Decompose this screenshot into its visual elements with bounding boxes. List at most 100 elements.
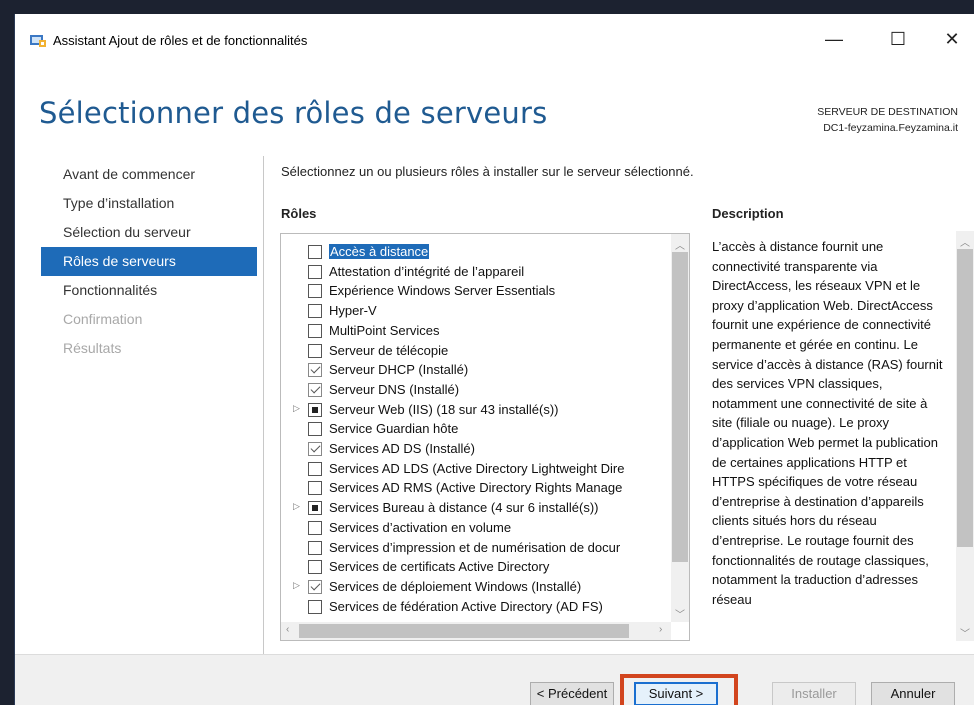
role-checkbox[interactable] [308, 599, 322, 614]
scrollbar-thumb[interactable] [672, 252, 688, 562]
description-panel: L’accès à distance fournit une connectiv… [712, 231, 974, 641]
role-label: Services AD DS (Installé) [329, 441, 475, 456]
role-item[interactable]: Services AD RMS (Active Directory Rights… [281, 478, 669, 498]
role-checkbox[interactable] [308, 245, 322, 259]
role-item[interactable]: Services de fédération Active Directory … [281, 597, 669, 617]
scroll-down-icon[interactable]: ﹀ [675, 606, 685, 621]
install-button: Installer [772, 682, 856, 705]
role-label: Services AD RMS (Active Directory Rights… [329, 480, 623, 496]
nav-item-avant-de-commencer[interactable]: Avant de commencer [41, 160, 257, 189]
role-item[interactable]: Hyper-V [281, 301, 669, 321]
role-checkbox[interactable] [308, 520, 322, 535]
description-header: Description [712, 206, 784, 221]
role-item[interactable]: Services AD LDS (Active Directory Lightw… [281, 459, 669, 479]
role-item[interactable]: Serveur DNS (Installé) [281, 380, 669, 400]
role-checkbox[interactable] [308, 461, 322, 476]
role-label: Serveur DNS (Installé) [329, 381, 460, 397]
nav-item-selection-serveur[interactable]: Sélection du serveur [41, 218, 257, 247]
role-label: MultiPoint Services [329, 322, 440, 338]
description-text: L’accès à distance fournit une connectiv… [712, 239, 943, 607]
roles-header: Rôles [281, 206, 317, 221]
nav-item-fonctionnalites[interactable]: Fonctionnalités [41, 276, 257, 305]
close-button[interactable]: ✕ [929, 24, 974, 54]
nav-item-roles-serveurs[interactable]: Rôles de serveurs [41, 247, 257, 276]
role-checkbox[interactable] [308, 323, 322, 338]
role-label: Services d’activation en volume [329, 519, 512, 535]
role-label: Services AD LDS (Active Directory Lightw… [329, 460, 625, 476]
window-title: Assistant Ajout de rôles et de fonctionn… [53, 33, 308, 48]
server-manager-icon [30, 35, 46, 47]
nav-divider [263, 156, 264, 654]
role-label: Services de fédération Active Directory … [329, 598, 603, 614]
maximize-button[interactable]: ☐ [875, 24, 921, 54]
role-item[interactable]: ▷ Services de déploiement Windows (Instal… [281, 577, 669, 597]
scroll-up-icon[interactable]: ︿ [960, 234, 970, 249]
role-checkbox[interactable] [308, 284, 322, 299]
scroll-right-icon[interactable]: › [659, 624, 662, 635]
title-bar[interactable]: Assistant Ajout de rôles et de fonctionn… [15, 14, 974, 58]
role-checkbox[interactable] [308, 501, 322, 516]
minimize-button[interactable]: — [811, 24, 857, 54]
role-checkbox[interactable] [308, 343, 322, 358]
role-item[interactable]: Services d’impression et de numérisation… [281, 538, 669, 558]
next-button[interactable]: Suivant > [634, 682, 718, 705]
role-item[interactable]: Services de certificats Active Directory [281, 557, 669, 577]
expand-arrow-icon[interactable]: ▷ [293, 403, 300, 414]
role-item[interactable]: Serveur DHCP (Installé) [281, 360, 669, 380]
role-checkbox[interactable] [308, 579, 322, 594]
instruction-text: Sélectionnez un ou plusieurs rôles à ins… [281, 164, 694, 179]
page-title: Sélectionner des rôles de serveurs [39, 96, 548, 130]
role-item[interactable]: Service Guardian hôte [281, 419, 669, 439]
roles-horizontal-scrollbar[interactable]: ‹ › [281, 622, 671, 640]
role-label: Service Guardian hôte [329, 421, 459, 437]
scrollbar-thumb[interactable] [957, 249, 973, 547]
role-label: Attestation d’intégrité de l’appareil [329, 263, 525, 279]
role-item[interactable]: Serveur de télécopie [281, 341, 669, 361]
expand-arrow-icon[interactable]: ▷ [293, 580, 300, 591]
role-item[interactable]: ▷ Services Bureau à distance (4 sur 6 ins… [281, 498, 669, 518]
destination-server-name: DC1-feyzamina.Feyzamina.it [823, 122, 958, 134]
role-checkbox[interactable] [308, 402, 322, 417]
role-item[interactable]: Services AD DS (Installé) [281, 439, 669, 459]
cancel-button[interactable]: Annuler [871, 682, 955, 705]
role-checkbox[interactable] [308, 363, 322, 378]
scroll-down-icon[interactable]: ﹀ [960, 625, 970, 640]
scrollbar-thumb[interactable] [299, 624, 629, 638]
role-checkbox[interactable] [308, 304, 322, 319]
role-checkbox[interactable] [308, 422, 322, 437]
role-item[interactable]: Accès à distance [281, 242, 669, 262]
role-checkbox[interactable] [308, 264, 322, 279]
role-checkbox[interactable] [308, 540, 322, 555]
roles-vertical-scrollbar[interactable]: ︿ ﹀ [671, 234, 689, 622]
nav-item-confirmation: Confirmation [63, 311, 143, 327]
role-label: Expérience Windows Server Essentials [329, 283, 556, 299]
previous-button[interactable]: < Précédent [530, 682, 614, 705]
role-checkbox[interactable] [308, 560, 322, 575]
description-scrollbar[interactable]: ︿ ﹀ [956, 231, 974, 641]
role-item[interactable]: ▷ Serveur Web (IIS) (18 sur 43 installé(s… [281, 400, 669, 420]
role-label: Hyper-V [329, 303, 377, 319]
role-label: Services Bureau à distance (4 sur 6 inst… [329, 500, 599, 516]
role-checkbox[interactable] [308, 481, 322, 496]
wizard-window: Assistant Ajout de rôles et de fonctionn… [14, 14, 974, 705]
role-label: Serveur DHCP (Installé) [329, 362, 469, 378]
role-label: Services de déploiement Windows (Install… [329, 578, 582, 594]
role-label: Serveur Web (IIS) (18 sur 43 installé(s)… [329, 401, 559, 417]
scroll-left-icon[interactable]: ‹ [286, 624, 289, 635]
scroll-up-icon[interactable]: ︿ [675, 237, 685, 252]
desktop-background: Assistant Ajout de rôles et de fonctionn… [0, 0, 974, 705]
role-label: Serveur de télécopie [329, 342, 449, 358]
destination-server-info: SERVEUR DE DESTINATION DC1-feyzamina.Fey… [817, 104, 958, 136]
role-label: Accès à distance [329, 244, 430, 259]
role-item[interactable]: MultiPoint Services [281, 321, 669, 341]
expand-arrow-icon[interactable]: ▷ [293, 501, 300, 512]
role-checkbox[interactable] [308, 382, 322, 397]
nav-item-type-installation[interactable]: Type d’installation [41, 189, 257, 218]
role-item[interactable]: Expérience Windows Server Essentials [281, 281, 669, 301]
nav-item-resultats: Résultats [63, 340, 122, 356]
role-item[interactable]: Attestation d’intégrité de l’appareil [281, 262, 669, 282]
role-checkbox[interactable] [308, 442, 322, 456]
destination-label: SERVEUR DE DESTINATION [817, 106, 958, 118]
roles-list[interactable]: Accès à distance Attestation d’intégrité … [280, 233, 690, 641]
role-item[interactable]: Services d’activation en volume [281, 518, 669, 538]
